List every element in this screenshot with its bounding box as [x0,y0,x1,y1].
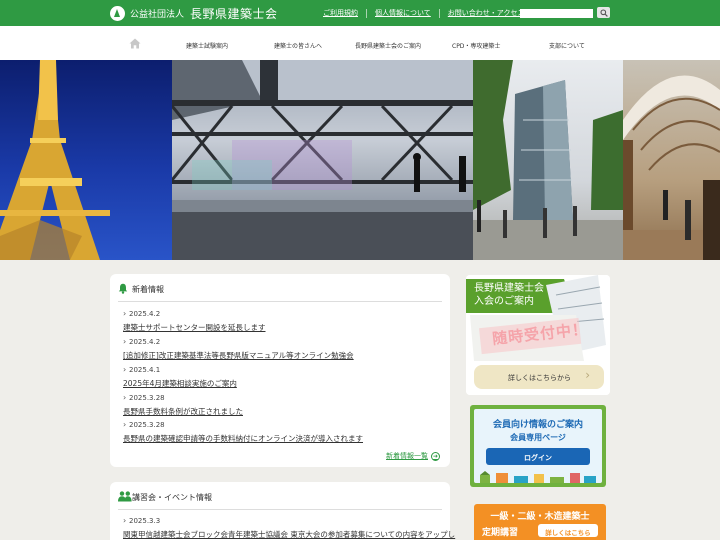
search-button[interactable] [597,7,610,18]
news-item-link[interactable]: [追加修正]改正建築基準法等長野県版マニュアル等オンライン勉強会 [123,350,354,361]
news-date: 2025.4.2 [123,309,160,318]
arched-hall-image [623,75,720,260]
hero-photo-glass-tower [473,60,623,260]
events-panel: 講習会・イベント情報 2025.3.3 関東甲信越建築士会ブロック会青年建築士協… [110,482,455,540]
contact-access-link[interactable]: お問い合わせ・アクセス [438,9,533,18]
divider [118,301,442,302]
org-prefix: 公益社団法人 [130,9,185,20]
news-title: 新着情報 [132,285,164,294]
news-date: 2025.4.1 [123,365,160,374]
top-bar: 公益社団法人 長野県建築士会 ご利用規約 個人情報について お問い合わせ・アクセ… [0,0,720,26]
search-input[interactable] [520,9,593,18]
nav-cpd[interactable]: CPD・専攻建築士 [452,41,500,50]
arrow-right-icon: ➜ [431,451,440,461]
news-date: 2025.3.28 [123,393,165,402]
utility-links: ご利用規約 個人情報について お問い合わせ・アクセス [323,9,532,18]
news-panel: 新着情報 2025.4.2 建築士サポートセンター開設を延長します 2025.4… [110,274,450,467]
town-silhouette-icon [480,471,596,483]
membership-detail-label: 詳しくはこちらから [508,374,571,382]
nav-about-association[interactable]: 長野県建築士会のご案内 [355,41,421,50]
glass-roof-image [172,60,473,260]
news-item-link[interactable]: 長野県の建築確認申請等の手数料納付にオンライン決済が導入されます [123,433,363,444]
login-label: ログイン [524,454,552,462]
main-nav: 建築士試験案内 建築士の皆さんへ 長野県建築士会のご案内 CPD・専攻建築士 支… [0,26,720,60]
people-icon [118,491,132,502]
terms-link[interactable]: ご利用規約 [323,9,366,18]
news-item-link[interactable]: 建築士サポートセンター開設を延長します [123,322,266,333]
eiffel-tower-image [0,60,110,260]
events-title: 講習会・イベント情報 [132,493,212,502]
logo-mark-icon [110,5,125,21]
membership-banner[interactable]: 長野県建築士会 入会のご案内 随時受付中！ 詳しくはこちらから › [466,275,610,395]
membership-detail-button[interactable]: 詳しくはこちらから › [474,365,604,389]
news-date: 2025.4.2 [123,337,160,346]
membership-heading-1: 長野県建築士会 [474,283,544,294]
divider [118,509,442,510]
course-detail-button[interactable]: 詳しくはこちら [538,524,598,537]
member-page-label: 会員専用ページ [510,433,566,442]
nav-exam-guide[interactable]: 建築士試験案内 [186,41,228,50]
hero-photo-eiffel [0,60,172,260]
bell-icon [118,283,128,294]
news-date: 2025.3.28 [123,420,165,429]
periodic-course-banner[interactable]: 一級・二級・木造建築士 定期講習 詳しくはこちら [474,504,606,540]
hero-image-strip [0,60,720,260]
org-name: 長野県建築士会 [190,6,278,21]
chevron-right-icon: › [585,368,590,382]
member-info-heading: 会員向け情報のご案内 [492,420,583,430]
news-item-link[interactable]: 2025年4月建築相談実施のご案内 [123,378,237,389]
course-detail-label: 詳しくはこちら [545,529,591,537]
nav-branches[interactable]: 支部について [549,41,585,50]
event-date: 2025.3.3 [123,516,160,525]
nav-for-architects[interactable]: 建築士の皆さんへ [274,41,322,50]
membership-heading-2: 入会のご案内 [474,296,534,307]
hero-photo-glass-roof [172,60,473,260]
event-item-link[interactable]: 関東甲信越建築士会ブロック会青年建築士協議会 東京大会の参加者募集についての内容… [123,529,455,540]
hero-photo-arched-hall [623,60,720,260]
news-list-more-link[interactable]: 新着情報一覧 ➜ [386,451,440,461]
site-logo[interactable]: 公益社団法人 長野県建築士会 [110,4,278,22]
news-more-label: 新着情報一覧 [386,452,428,460]
login-button[interactable]: ログイン [486,448,590,465]
member-info-banner[interactable]: 会員向け情報のご案内 会員専用ページ ログイン [470,405,606,487]
course-heading: 一級・二級・木造建築士 [490,512,590,522]
privacy-link[interactable]: 個人情報について [366,9,439,18]
course-subheading: 定期講習 [482,528,519,538]
news-item-link[interactable]: 長野県手数料条例が改正されました [123,406,243,417]
home-icon[interactable] [129,38,141,49]
glass-tower-image [473,60,623,260]
search-icon [599,8,608,17]
